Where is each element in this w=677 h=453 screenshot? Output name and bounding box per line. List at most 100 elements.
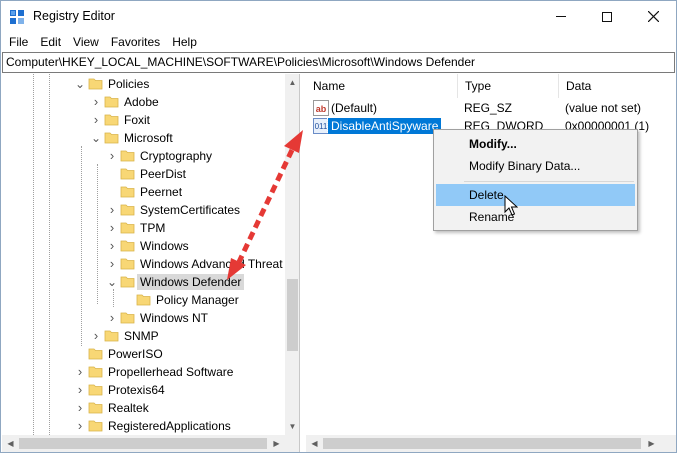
tree-item[interactable]: › Protexis64 — [2, 381, 284, 399]
folder-icon — [120, 148, 135, 163]
chevron-right-icon[interactable]: › — [106, 203, 118, 216]
chevron-right-icon[interactable]: › — [106, 149, 118, 162]
value-row[interactable]: ab (Default) REG_SZ (value not set) — [306, 99, 676, 117]
context-menu-delete[interactable]: Delete — [436, 184, 635, 206]
tree-item[interactable]: › SNMP — [2, 327, 284, 345]
tree-guide-line — [33, 74, 34, 435]
tree-item-label: Adobe — [124, 95, 159, 109]
menu-file[interactable]: File — [3, 32, 34, 52]
tree-item[interactable]: Policy Manager — [2, 291, 284, 309]
maximize-button[interactable] — [584, 1, 630, 32]
tree-item[interactable]: ⌄ Windows Defender — [2, 273, 284, 291]
value-type: REG_SZ — [464, 101, 513, 115]
menu-separator — [464, 181, 634, 182]
tree-item[interactable]: › Propellerhead Software — [2, 363, 284, 381]
tree-item-label: PowerISO — [108, 347, 163, 361]
chevron-right-icon[interactable]: › — [74, 365, 86, 378]
chevron-right-icon[interactable]: › — [90, 95, 102, 108]
value-data: (value not set) — [565, 101, 642, 115]
minimize-button[interactable] — [538, 1, 584, 32]
tree-guide-line — [49, 74, 50, 435]
menu-favorites[interactable]: Favorites — [105, 32, 166, 52]
folder-icon — [120, 202, 135, 217]
tree-item[interactable]: › Cryptography — [2, 147, 284, 165]
tree-item-label: Microsoft — [124, 131, 173, 145]
tree-item-label: Protexis64 — [108, 383, 165, 397]
chevron-right-icon[interactable]: › — [90, 113, 102, 126]
tree-item[interactable]: ⌄ Microsoft — [2, 129, 284, 147]
minimize-icon — [556, 16, 566, 17]
scroll-right-arrow-icon[interactable]: ▶ — [643, 435, 660, 452]
tree-item[interactable]: PeerDist — [2, 165, 284, 183]
chevron-right-icon[interactable]: › — [74, 401, 86, 414]
tree-item[interactable]: PowerISO — [2, 345, 284, 363]
tree-vertical-scrollbar[interactable]: ▲ ▼ — [285, 74, 299, 435]
title-bar[interactable]: Registry Editor — [1, 1, 676, 32]
scroll-thumb[interactable] — [323, 438, 641, 449]
folder-icon — [120, 220, 135, 235]
chevron-right-icon[interactable]: › — [74, 419, 86, 432]
chevron-down-icon[interactable]: ⌄ — [74, 78, 86, 90]
tree-item-label: Realtek — [108, 401, 149, 415]
folder-icon — [88, 364, 103, 379]
scroll-thumb[interactable] — [287, 279, 298, 351]
chevron-down-icon[interactable]: ⌄ — [90, 132, 102, 144]
tree-item-label: Policy Manager — [156, 293, 239, 307]
window-title: Registry Editor — [33, 9, 115, 23]
menu-help[interactable]: Help — [166, 32, 203, 52]
folder-icon — [104, 112, 119, 127]
tree-item[interactable]: ⌄ Policies — [2, 75, 284, 93]
context-menu-modify[interactable]: Modify... — [436, 133, 635, 155]
folder-icon — [88, 382, 103, 397]
folder-icon — [120, 256, 135, 271]
folder-icon — [88, 400, 103, 415]
scroll-up-arrow-icon[interactable]: ▲ — [285, 74, 299, 91]
tree-item[interactable]: › TPM — [2, 219, 284, 237]
chevron-down-icon[interactable]: ⌄ — [106, 276, 118, 288]
tree-item[interactable]: › Adobe — [2, 93, 284, 111]
folder-icon — [88, 346, 103, 361]
chevron-right-icon[interactable]: › — [74, 383, 86, 396]
tree-item[interactable]: Peernet — [2, 183, 284, 201]
chevron-right-icon[interactable]: › — [106, 221, 118, 234]
context-menu: Modify... Modify Binary Data... Delete R… — [433, 129, 638, 231]
value-name: (Default) — [331, 101, 378, 115]
menu-view[interactable]: View — [67, 32, 105, 52]
menu-edit[interactable]: Edit — [34, 32, 67, 52]
address-bar[interactable]: Computer\HKEY_LOCAL_MACHINE\SOFTWARE\Pol… — [2, 52, 675, 73]
folder-icon — [120, 274, 135, 289]
scroll-left-arrow-icon[interactable]: ◀ — [2, 435, 19, 452]
tree-item[interactable]: › SystemCertificates — [2, 201, 284, 219]
tree-item[interactable]: › Windows Advanced Threat Pro — [2, 255, 299, 273]
column-header-type[interactable]: Type — [458, 74, 559, 98]
scroll-right-arrow-icon[interactable]: ▶ — [268, 435, 285, 452]
tree-item[interactable]: › Windows — [2, 237, 284, 255]
tree-item-label: Propellerhead Software — [108, 365, 234, 379]
tree-item[interactable]: › Realtek — [2, 399, 284, 417]
list-horizontal-scrollbar[interactable]: ◀ ▶ — [306, 435, 676, 452]
column-header-data[interactable]: Data — [559, 74, 676, 98]
tree-guide-line — [97, 164, 98, 304]
tree-guide-line — [81, 146, 82, 346]
maximize-icon — [602, 11, 612, 22]
context-menu-rename[interactable]: Rename — [436, 206, 635, 228]
tree-horizontal-scrollbar[interactable]: ◀ ▶ — [2, 435, 299, 452]
scroll-left-arrow-icon[interactable]: ◀ — [306, 435, 323, 452]
tree-item-label: Windows Advanced Threat Pro — [140, 257, 300, 271]
chevron-right-icon[interactable]: › — [90, 329, 102, 342]
tree-item-label: Foxit — [124, 113, 151, 127]
string-value-icon: ab — [313, 100, 329, 116]
tree-item[interactable]: › RegisteredApplications — [2, 417, 284, 435]
tree-item-label: Cryptography — [140, 149, 213, 163]
chevron-right-icon[interactable]: › — [106, 239, 118, 252]
context-menu-modify-binary[interactable]: Modify Binary Data... — [436, 155, 635, 177]
chevron-right-icon[interactable]: › — [106, 311, 118, 324]
value-name: DisableAntiSpyware — [326, 117, 443, 135]
tree-item[interactable]: › Windows NT — [2, 309, 284, 327]
chevron-right-icon[interactable]: › — [106, 257, 118, 270]
scroll-thumb[interactable] — [19, 438, 267, 449]
tree-item[interactable]: › Foxit — [2, 111, 284, 129]
column-header-name[interactable]: Name — [306, 74, 458, 98]
scroll-down-arrow-icon[interactable]: ▼ — [285, 418, 299, 435]
close-button[interactable] — [630, 1, 676, 32]
